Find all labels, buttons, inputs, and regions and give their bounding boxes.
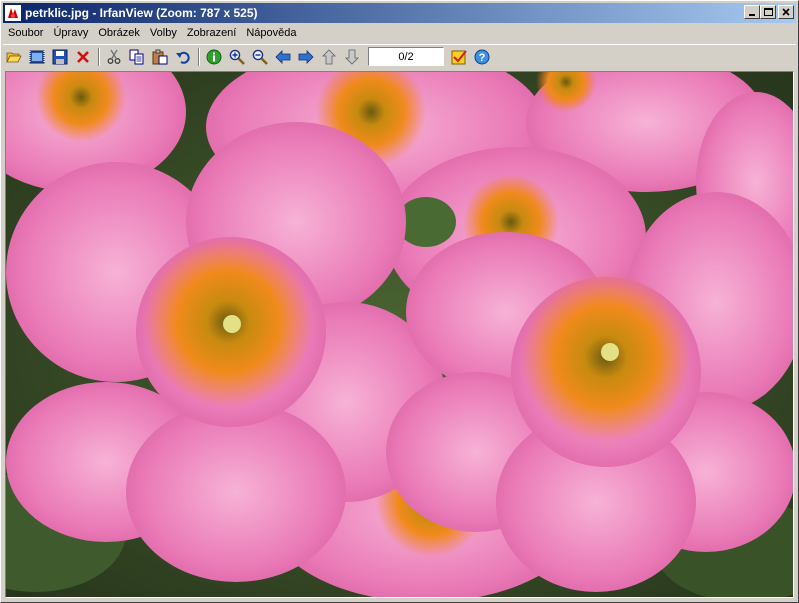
zoom-in-icon — [229, 49, 245, 65]
minimize-button[interactable] — [744, 5, 760, 19]
menu-volby[interactable]: Volby — [145, 27, 182, 39]
toolbar-separator — [98, 47, 100, 66]
help-button[interactable]: ? — [471, 46, 493, 68]
options-button[interactable] — [448, 46, 470, 68]
info-icon — [206, 49, 222, 64]
menu-napoveda[interactable]: Nápověda — [241, 27, 301, 39]
zoom-out-button[interactable] — [249, 46, 271, 68]
paste-icon — [152, 49, 168, 64]
maximize-button[interactable] — [760, 5, 776, 19]
first-button[interactable] — [318, 46, 340, 68]
irfanview-window: petrklic.jpg - IrfanView (Zoom: 787 x 52… — [0, 0, 799, 603]
last-button[interactable] — [341, 46, 363, 68]
close-button[interactable] — [778, 5, 794, 19]
cut-icon — [107, 49, 121, 64]
window-title: petrklic.jpg - IrfanView (Zoom: 787 x 52… — [25, 6, 258, 20]
info-button[interactable] — [203, 46, 225, 68]
menu-zobrazeni[interactable]: Zobrazení — [182, 27, 242, 39]
undo-button[interactable] — [172, 46, 194, 68]
menu-obrazek[interactable]: Obrázek — [93, 27, 145, 39]
menu-upravy[interactable]: Úpravy — [48, 27, 93, 39]
next-icon — [298, 49, 314, 64]
menu-soubor[interactable]: Soubor — [3, 27, 48, 39]
page-counter-field[interactable]: 0/2 — [368, 47, 444, 66]
zoom-out-icon — [252, 49, 268, 65]
undo-icon — [176, 51, 190, 64]
last-icon — [345, 49, 359, 65]
flower-photo — [6, 72, 793, 597]
next-button[interactable] — [295, 46, 317, 68]
paste-button[interactable] — [149, 46, 171, 68]
maximize-icon — [763, 8, 773, 16]
previous-icon — [275, 49, 291, 64]
previous-button[interactable] — [272, 46, 294, 68]
save-button[interactable] — [49, 46, 71, 68]
svg-text:?: ? — [479, 52, 486, 64]
save-icon — [52, 49, 68, 64]
open-button[interactable] — [3, 46, 25, 68]
slideshow-icon — [29, 50, 45, 63]
copy-icon — [129, 49, 144, 64]
delete-button[interactable] — [72, 46, 94, 68]
image-canvas[interactable] — [5, 71, 794, 598]
irfanview-app-icon[interactable] — [5, 5, 21, 21]
slideshow-button[interactable] — [26, 46, 48, 68]
menu-bar: Soubor Úpravy Obrázek Volby Zobrazení Ná… — [3, 24, 796, 42]
title-bar[interactable]: petrklic.jpg - IrfanView (Zoom: 787 x 52… — [3, 3, 796, 23]
minimize-icon — [749, 14, 755, 16]
zoom-in-button[interactable] — [226, 46, 248, 68]
delete-icon — [77, 50, 89, 63]
copy-button[interactable] — [126, 46, 148, 68]
window-controls — [744, 5, 794, 19]
cut-button[interactable] — [103, 46, 125, 68]
options-icon — [451, 49, 467, 64]
first-icon — [322, 48, 336, 64]
help-icon: ? — [474, 49, 490, 64]
toolbar-separator — [198, 47, 200, 66]
open-icon — [6, 52, 22, 62]
toolbar: 0/2 ? — [3, 44, 796, 68]
close-icon — [782, 8, 790, 16]
